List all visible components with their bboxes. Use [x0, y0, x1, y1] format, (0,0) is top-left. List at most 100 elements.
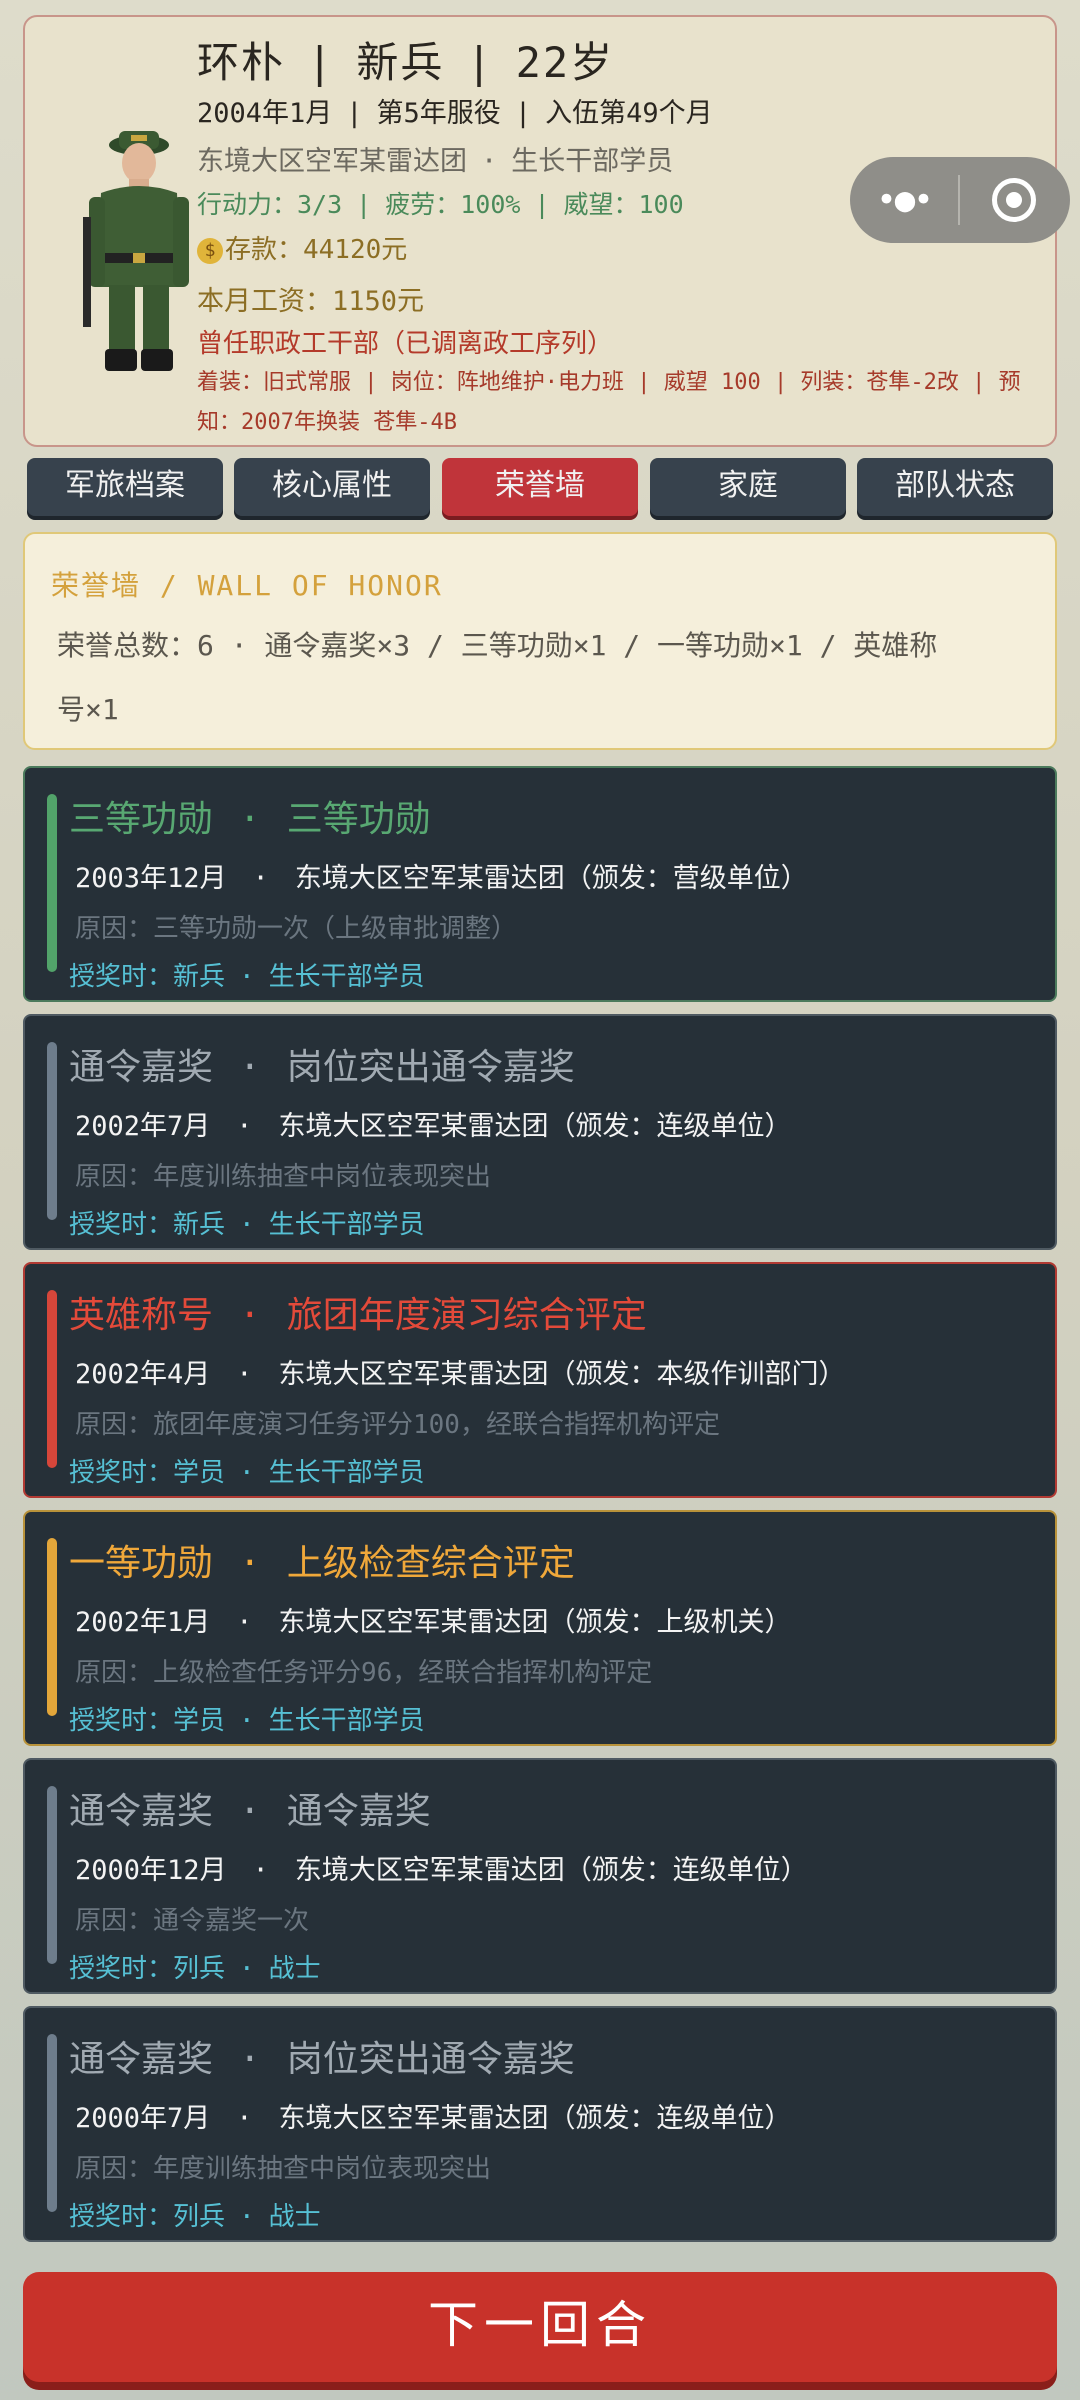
award-date: 2000年7月	[75, 2103, 211, 2134]
award-unit: 东境大区空军某雷达团（颁发：连级单位）	[278, 1111, 792, 1142]
award-title: 通令嘉奖 · 岗位突出通令嘉奖	[69, 1047, 575, 1088]
award-reason: 原因：三等功勋一次（上级审批调整）	[75, 914, 518, 944]
award-card[interactable]: 通令嘉奖 · 岗位突出通令嘉奖 2002年7月 · 东境大区空军某雷达团（颁发：连级单位…	[23, 1014, 1057, 1250]
award-role: 生长干部学员	[268, 1210, 425, 1240]
profile-rank: 新兵	[356, 38, 445, 87]
award-type: 通令嘉奖	[69, 1791, 214, 1832]
award-type: 通令嘉奖	[69, 1047, 214, 1088]
award-card[interactable]: 一等功勋 · 上级检查综合评定 2002年1月 · 东境大区空军某雷达团（颁发：上级机关…	[23, 1510, 1057, 1746]
award-name: 三等功勋	[286, 799, 431, 840]
award-rank-line: 授奖时：新兵 · 生长干部学员	[69, 1210, 425, 1240]
award-role: 战士	[268, 1954, 321, 1984]
award-unit: 东境大区空军某雷达团（颁发：连级单位）	[278, 2103, 792, 2134]
award-date-line: 2000年7月 · 东境大区空军某雷达团（颁发：连级单位）	[75, 2103, 792, 2134]
profile-role: 生长干部学员	[511, 146, 674, 177]
award-reason: 原因：通令嘉奖一次	[75, 1906, 310, 1936]
honor-summary-text-cont: 号×1	[57, 693, 119, 726]
target-circle-icon[interactable]	[960, 178, 1068, 222]
tab-honor-wall[interactable]: 荣誉墙	[442, 458, 638, 516]
profile-savings: 存款：44120元	[225, 235, 408, 265]
award-card[interactable]: 通令嘉奖 · 通令嘉奖 2000年12月 · 东境大区空军某雷达团（颁发：连级单位） 原…	[23, 1758, 1057, 1994]
award-accent-bar	[47, 794, 57, 972]
profile-equipment: 着装：旧式常服 | 岗位：阵地维护·电力班 | 威望 100 | 列装：苍隼-2…	[197, 370, 1021, 435]
award-date-line: 2000年12月 · 东境大区空军某雷达团（颁发：连级单位）	[75, 1855, 808, 1886]
award-rank: 授奖时：学员	[69, 1706, 226, 1736]
award-accent-bar	[47, 2034, 57, 2212]
award-reason: 原因：旅团年度演习任务评分100，经联合指挥机构评定	[75, 1410, 720, 1440]
award-reason: 原因：年度训练抽查中岗位表现突出	[75, 2154, 492, 2184]
profile-name: 环朴	[197, 38, 286, 87]
page: 环朴 | 新兵 | 22岁 2004年1月 | 第5年服役 | 入伍第49个月 东境大区空军某雷…	[0, 0, 1080, 2400]
award-rank: 授奖时：列兵	[69, 2202, 226, 2232]
award-role: 生长干部学员	[268, 962, 425, 992]
honor-summary: 荣誉墙 / WALL OF HONOR 荣誉总数：6 · 通令嘉奖×3 / 三等…	[23, 532, 1057, 750]
award-date-line: 2002年1月 · 东境大区空军某雷达团（颁发：上级机关）	[75, 1607, 792, 1638]
profile-enlist: 入伍第49个月	[545, 98, 713, 129]
award-accent-bar	[47, 1786, 57, 1964]
profile-service-year: 第5年服役	[376, 98, 501, 129]
award-name: 旅团年度演习综合评定	[286, 1295, 647, 1336]
award-name: 岗位突出通令嘉奖	[286, 1047, 575, 1088]
award-date-line: 2002年7月 · 东境大区空军某雷达团（颁发：连级单位）	[75, 1111, 792, 1142]
miniprogram-capsule: •●•	[850, 157, 1070, 243]
award-card[interactable]: 通令嘉奖 · 岗位突出通令嘉奖 2000年7月 · 东境大区空军某雷达团（颁发：连级单位…	[23, 2006, 1057, 2242]
award-date: 2002年4月	[75, 1359, 211, 1390]
tab-unit-status[interactable]: 部队状态	[857, 458, 1053, 516]
tab-attributes[interactable]: 核心属性	[234, 458, 430, 516]
award-date: 2002年1月	[75, 1607, 211, 1638]
award-role: 生长干部学员	[268, 1706, 425, 1736]
award-type: 一等功勋	[69, 1543, 214, 1584]
honor-summary-text: 荣誉总数：6 · 通令嘉奖×3 / 三等功勋×1 / 一等功勋×1 / 英雄称	[57, 629, 938, 662]
award-rank: 授奖时：学员	[69, 1458, 226, 1488]
tab-archive[interactable]: 军旅档案	[27, 458, 223, 516]
award-rank: 授奖时：新兵	[69, 962, 226, 992]
profile-unit-line: 东境大区空军某雷达团 · 生长干部学员	[197, 146, 674, 177]
award-accent-bar	[47, 1538, 57, 1716]
award-reason: 原因：上级检查任务评分96，经联合指挥机构评定	[75, 1658, 653, 1688]
profile-savings-line: $ 存款：44120元	[197, 229, 407, 266]
award-rank-line: 授奖时：学员 · 生长干部学员	[69, 1706, 425, 1736]
profile-service-line: 2004年1月 | 第5年服役 | 入伍第49个月	[197, 98, 713, 129]
award-date: 2000年12月	[75, 1855, 227, 1886]
award-title: 三等功勋 · 三等功勋	[69, 799, 431, 840]
award-rank: 授奖时：列兵	[69, 1954, 226, 1984]
award-title: 通令嘉奖 · 岗位突出通令嘉奖	[69, 2039, 575, 2080]
award-title: 通令嘉奖 · 通令嘉奖	[69, 1791, 431, 1832]
award-accent-bar	[47, 1290, 57, 1468]
award-reason: 原因：年度训练抽查中岗位表现突出	[75, 1162, 492, 1192]
tab-family[interactable]: 家庭	[650, 458, 846, 516]
profile-stats-line: 行动力：3/3 | 疲劳：100% | 威望：100	[197, 190, 684, 219]
money-bag-icon: $	[197, 237, 223, 264]
profile-salary: 本月工资：1150元	[197, 286, 425, 317]
award-rank-line: 授奖时：学员 · 生长干部学员	[69, 1458, 425, 1488]
award-date-line: 2003年12月 · 东境大区空军某雷达团（颁发：营级单位）	[75, 863, 808, 894]
award-unit: 东境大区空军某雷达团（颁发：营级单位）	[294, 863, 808, 894]
award-date: 2003年12月	[75, 863, 227, 894]
more-dots-icon[interactable]: •●•	[850, 180, 958, 220]
profile-unit: 东境大区空军某雷达团	[197, 146, 467, 177]
award-title: 一等功勋 · 上级检查综合评定	[69, 1543, 575, 1584]
next-turn-button[interactable]: 下一回合	[23, 2272, 1057, 2382]
award-name: 上级检查综合评定	[286, 1543, 575, 1584]
award-unit: 东境大区空军某雷达团（颁发：本级作训部门）	[278, 1359, 846, 1390]
profile-card: 环朴 | 新兵 | 22岁 2004年1月 | 第5年服役 | 入伍第49个月 东境大区空军某雷…	[23, 15, 1070, 447]
award-type: 英雄称号	[69, 1295, 214, 1336]
profile-action: 行动力：3/3	[197, 190, 343, 219]
profile-prestige: 威望：100	[563, 190, 684, 219]
profile-fatigue: 疲劳：100%	[385, 190, 521, 219]
award-rank-line: 授奖时：列兵 · 战士	[69, 2202, 321, 2232]
award-rank-line: 授奖时：新兵 · 生长干部学员	[69, 962, 425, 992]
award-role: 战士	[268, 2202, 321, 2232]
award-card[interactable]: 英雄称号 · 旅团年度演习综合评定 2002年4月 · 东境大区空军某雷达团（颁发：本级…	[23, 1262, 1057, 1498]
award-unit: 东境大区空军某雷达团（颁发：上级机关）	[278, 1607, 792, 1638]
award-role: 生长干部学员	[268, 1458, 425, 1488]
award-rank: 授奖时：新兵	[69, 1210, 226, 1240]
profile-name-line: 环朴 | 新兵 | 22岁	[197, 38, 615, 87]
award-title: 英雄称号 · 旅团年度演习综合评定	[69, 1295, 647, 1336]
award-accent-bar	[47, 1042, 57, 1220]
soldier-avatar-icon	[83, 131, 189, 371]
award-card[interactable]: 三等功勋 · 三等功勋 2003年12月 · 东境大区空军某雷达团（颁发：营级单位） 原…	[23, 766, 1057, 1002]
award-type: 三等功勋	[69, 799, 214, 840]
award-date-line: 2002年4月 · 东境大区空军某雷达团（颁发：本级作训部门）	[75, 1359, 846, 1390]
profile-age: 22岁	[515, 38, 615, 87]
